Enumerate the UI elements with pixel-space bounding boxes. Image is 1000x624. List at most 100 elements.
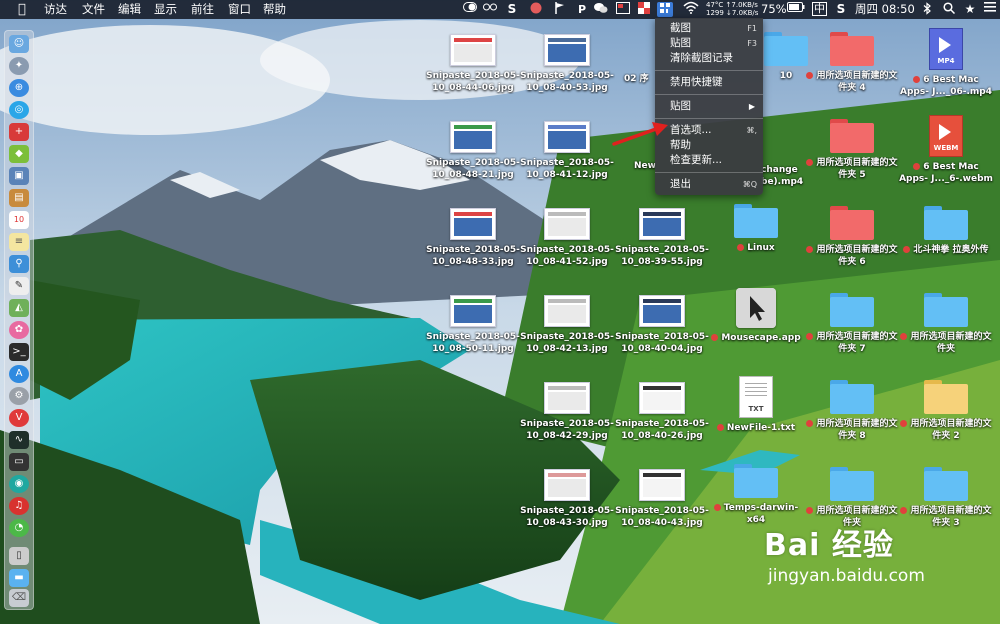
flag-icon[interactable] [552,2,568,17]
menu-item-help[interactable]: 帮助 [655,138,763,153]
file-name: 用所选项目新建的文件夹 8 [804,418,900,442]
menu-item-clear-history[interactable]: 清除截图记录 [655,51,763,66]
notes-icon[interactable]: ≡ [9,233,29,251]
maps-icon[interactable]: ◭ [9,299,29,317]
wechat-dock-icon[interactable]: ◔ [9,519,29,537]
desktop-file[interactable]: Snipaste_2018-05-10_08-50-11.jpg [425,295,521,355]
preview-icon[interactable]: ▣ [9,167,29,185]
desktop-file[interactable]: Snipaste_2018-05-10_08-40-43.jpg [614,469,710,529]
spotlight-search-icon[interactable] [941,2,957,17]
downloads-folder-icon[interactable]: ▬ [9,569,29,587]
menu-item-preferences[interactable]: 首选项... ⌘, [655,123,763,138]
image-thumbnail [544,121,590,153]
menu-window[interactable]: 窗口 [228,0,251,19]
input-method-indicator[interactable]: 中 [812,2,827,16]
desktop-file[interactable]: Snipaste_2018-05-10_08-42-13.jpg [519,295,615,355]
desktop-folder[interactable]: 用所选项目新建的文件夹 5 [804,119,900,181]
app-store-icon[interactable]: A [9,365,29,383]
app-red-icon[interactable]: + [9,123,29,141]
desktop-file[interactable]: Snipaste_2018-05-10_08-40-26.jpg [614,382,710,442]
netease-music-icon[interactable]: ♫ [9,497,29,515]
desktop-file[interactable]: Snipaste_2018-05-10_08-48-21.jpg [425,121,521,181]
wechat-icon[interactable] [593,2,609,17]
menu-item-paste[interactable]: 贴图 F3 [655,36,763,51]
menu-go[interactable]: 前往 [191,0,214,19]
desktop-folder[interactable]: 用所选项目新建的文件夹 7 [804,293,900,355]
red-tag-dot [713,504,721,511]
desktop-folder[interactable]: Linux [708,204,804,254]
system-preferences-icon[interactable]: ⚙ [9,387,29,405]
p-app-icon[interactable]: P [574,2,590,17]
apple-icon[interactable]:  [18,0,26,19]
siri-icon[interactable]: ◎ [9,101,29,119]
menu-item-snip[interactable]: 截图 F1 [655,21,763,36]
menu-view[interactable]: 显示 [154,0,177,19]
calendar-icon[interactable]: 10 [9,211,29,229]
desktop-file[interactable]: TXT NewFile-1.txt [708,376,804,434]
menu-finder[interactable]: 访达 [44,0,67,19]
launchpad-icon[interactable]: ✦ [9,57,29,75]
desktop-file[interactable]: Snipaste_2018-05-10_08-40-04.jpg [614,295,710,355]
star-icon[interactable]: ★ [962,2,978,17]
watermark-brand: Bai 经验 [764,528,894,563]
terminal-icon[interactable]: >_ [9,343,29,361]
finder-icon[interactable]: ☺ [9,35,29,53]
desktop-folder[interactable]: 用所选项目新建的文件夹 8 [804,380,900,442]
sogou-icon[interactable]: S [833,2,849,17]
folder-icon [830,206,874,240]
battery-percent[interactable]: 75% [761,0,787,19]
menu-item-check-updates[interactable]: 检查更新... [655,153,763,168]
textedit-icon[interactable]: ✎ [9,277,29,295]
app-teal-icon[interactable]: ◉ [9,475,29,493]
desktop-file[interactable]: Snipaste_2018-05-10_08-40-53.jpg [519,34,615,94]
console-icon[interactable]: ▭ [9,453,29,471]
trash-icon[interactable]: ⌫ [9,589,29,607]
baidu-watermark: Bai 经验 jingyan.baidu.com [764,520,925,586]
desktop-folder[interactable]: 北斗神拳 拉奥外传 [898,206,994,256]
desktop-folder[interactable]: Temps-darwin-x64 [708,464,804,526]
menu-item-quit[interactable]: 退出 ⌘Q [655,177,763,192]
menu-help[interactable]: 帮助 [263,0,286,19]
color-picker-icon[interactable] [636,2,652,17]
notes-brown-icon[interactable]: ▤ [9,189,29,207]
vivaldi-icon[interactable]: V [9,409,29,427]
desktop-file[interactable]: Snipaste_2018-05-10_08-39-55.jpg [614,208,710,268]
menu-item-disable-hotkeys[interactable]: 禁用快捷键 [655,75,763,90]
desktop-file[interactable]: Snipaste_2018-05-10_08-44-06.jpg [425,34,521,94]
menu-edit[interactable]: 编辑 [118,0,141,19]
desktop-folder[interactable]: 用所选项目新建的文件夹 [898,293,994,355]
photos-icon[interactable]: ✿ [9,321,29,339]
desktop-folder[interactable]: 用所选项目新建的文件夹 2 [898,380,994,442]
android-icon[interactable]: ◆ [9,145,29,163]
network-monitor[interactable]: 47°C ↑7.0KB/s 1299 ↓7.0KB/s [706,1,758,17]
record-icon[interactable] [528,2,544,17]
desktop-file[interactable]: Snipaste_2018-05-10_08-43-30.jpg [519,469,615,529]
snipaste-icon[interactable] [657,2,673,17]
activity-monitor-icon[interactable]: ∿ [9,431,29,449]
toggle-icon[interactable] [462,2,478,17]
folder-icon [830,32,874,66]
notification-center-icon[interactable] [982,2,998,17]
clock[interactable]: 周四 08:50 [855,0,915,19]
menu-file[interactable]: 文件 [82,0,105,19]
desktop-file[interactable]: Snipaste_2018-05-10_08-41-12.jpg [519,121,615,181]
desktop-file[interactable]: Snipaste_2018-05-10_08-42-29.jpg [519,382,615,442]
desktop-folder[interactable]: 用所选项目新建的文件夹 4 [804,32,900,94]
safari-icon[interactable]: ⊕ [9,79,29,97]
menu-item-paste-submenu[interactable]: 贴图 ▶ [655,99,763,114]
glasses-icon[interactable] [482,2,498,17]
battery-icon[interactable] [787,2,805,17]
screen-icon[interactable] [615,2,631,17]
desktop-folder[interactable]: 用所选项目新建的文件夹 6 [804,206,900,268]
iphone-icon[interactable]: ▯ [9,547,29,565]
desktop-file[interactable]: WEBM 6 Best Mac Apps- J..._6-.webm [898,115,994,185]
menu-item-label: 贴图 [670,37,691,49]
desktop-file[interactable]: Snipaste_2018-05-10_08-48-33.jpg [425,208,521,268]
desktop-file[interactable]: Snipaste_2018-05-10_08-41-52.jpg [519,208,615,268]
search-app-icon[interactable]: ⚲ [9,255,29,273]
bluetooth-icon[interactable] [919,2,935,17]
desktop-file[interactable]: MP4 6 Best Mac Apps- J..._06-.mp4 [898,28,994,98]
desktop-app[interactable]: Mousecape.app [708,288,804,344]
red-tag-dot [806,420,814,427]
s-app-icon[interactable]: S [504,2,520,17]
